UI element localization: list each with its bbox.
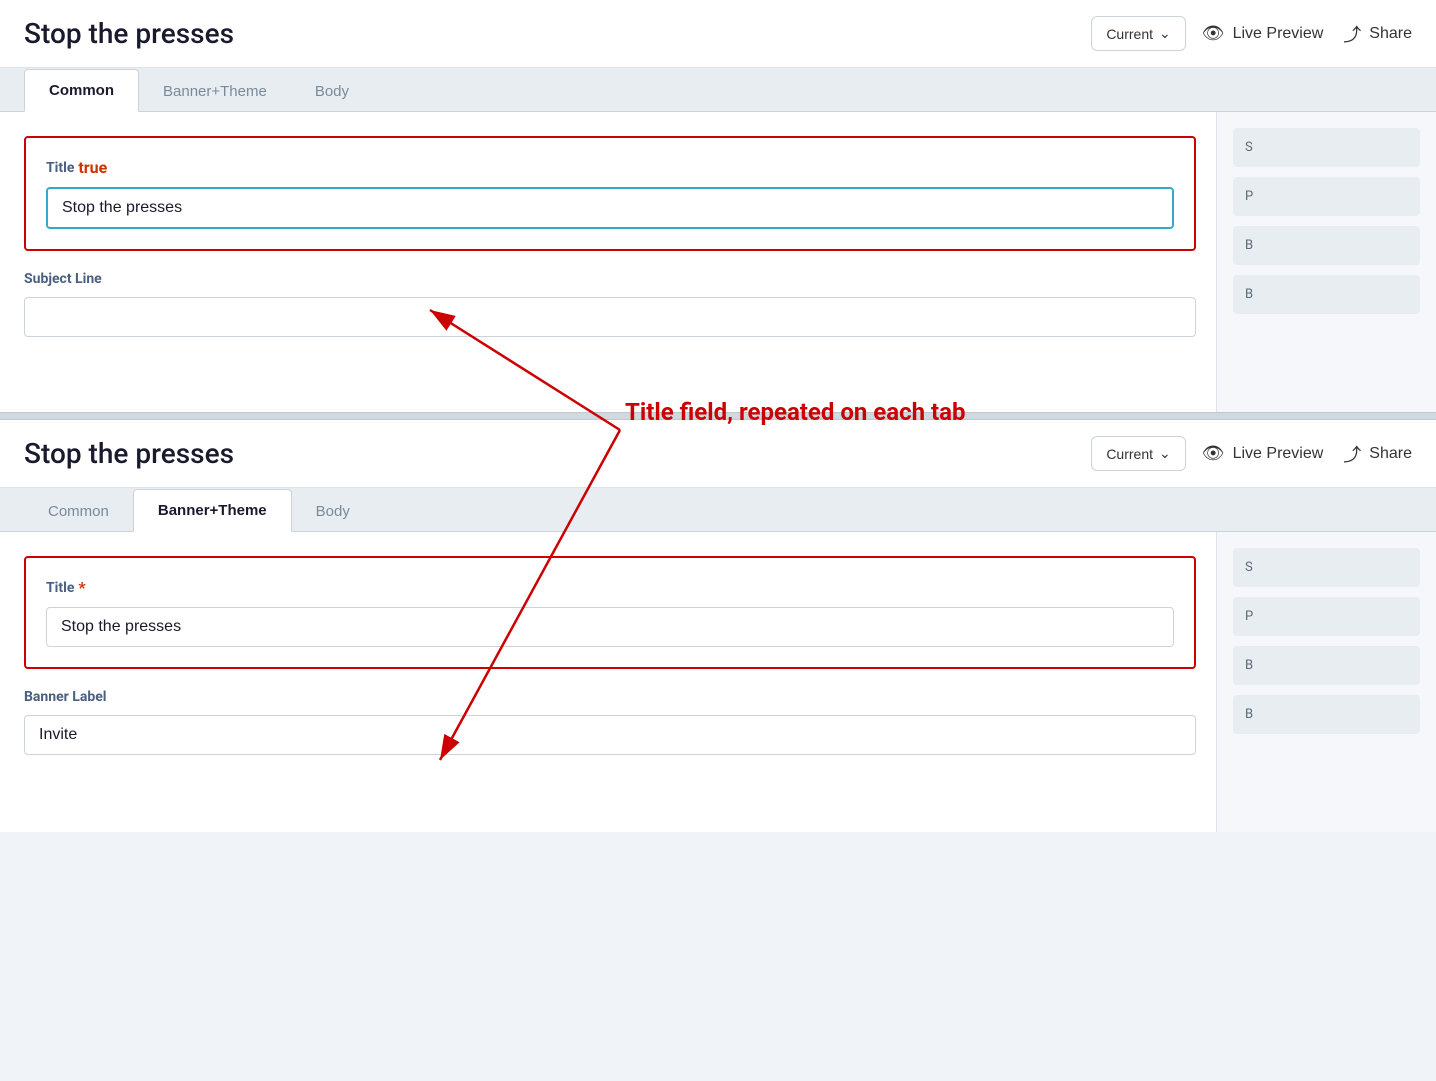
bottom-panel: Stop the presses Current ⌄ 👁 Live Previe… bbox=[0, 420, 1436, 832]
bottom-share-label: Share bbox=[1369, 445, 1412, 463]
live-preview-label: Live Preview bbox=[1233, 25, 1324, 43]
bottom-dropdown-label: Current bbox=[1106, 446, 1153, 462]
tab-body-top[interactable]: Body bbox=[291, 71, 373, 112]
title-label-bottom: Title * bbox=[46, 578, 1174, 597]
panel-separator bbox=[0, 412, 1436, 420]
top-right-sidebar: S P B B bbox=[1216, 112, 1436, 412]
tab-banner-theme-bottom[interactable]: Banner+Theme bbox=[133, 489, 292, 532]
bottom-chevron-down-icon: ⌄ bbox=[1159, 445, 1171, 462]
bottom-panel-header: Stop the presses Current ⌄ 👁 Live Previe… bbox=[0, 420, 1436, 488]
dropdown-label: Current bbox=[1106, 26, 1153, 42]
share-label: Share bbox=[1369, 25, 1412, 43]
bottom-right-sidebar: S P B B bbox=[1216, 532, 1436, 832]
eye-icon: 👁 bbox=[1202, 23, 1225, 44]
share-icon: ⤴ bbox=[1343, 21, 1361, 47]
share-button[interactable]: ⤴ Share bbox=[1343, 21, 1412, 47]
live-preview-button[interactable]: 👁 Live Preview bbox=[1202, 23, 1324, 44]
tab-body-bottom[interactable]: Body bbox=[292, 491, 374, 532]
bottom-version-dropdown[interactable]: Current ⌄ bbox=[1091, 436, 1185, 471]
top-panel-header: Stop the presses Current ⌄ 👁 Live Previe… bbox=[0, 0, 1436, 68]
bottom-page-title: Stop the presses bbox=[24, 437, 1075, 470]
bottom-header-actions: 👁 Live Preview ⤴ Share bbox=[1202, 441, 1412, 467]
tab-common-bottom[interactable]: Common bbox=[24, 491, 133, 532]
subject-line-section: Subject Line bbox=[24, 271, 1196, 337]
banner-label-input[interactable] bbox=[24, 715, 1196, 755]
bottom-sidebar-item-2: P bbox=[1233, 597, 1420, 636]
bottom-live-preview-label: Live Preview bbox=[1233, 445, 1324, 463]
bottom-sidebar-item-1: S bbox=[1233, 548, 1420, 587]
top-panel: Stop the presses Current ⌄ 👁 Live Previe… bbox=[0, 0, 1436, 412]
banner-label-section: Banner Label bbox=[24, 689, 1196, 755]
top-panel-content: Title true Subject Line S P B B bbox=[0, 112, 1436, 412]
required-star-top: true bbox=[78, 158, 107, 177]
subject-line-label: Subject Line bbox=[24, 271, 1196, 287]
title-field-box-bottom: Title * bbox=[24, 556, 1196, 669]
sidebar-item-1: S bbox=[1233, 128, 1420, 167]
bottom-eye-icon: 👁 bbox=[1202, 443, 1225, 464]
top-tabs-bar: Common Banner+Theme Body bbox=[0, 68, 1436, 112]
bottom-panel-content: Title * Banner Label S P B B bbox=[0, 532, 1436, 832]
title-label-top: Title true bbox=[46, 158, 1174, 177]
header-actions: 👁 Live Preview ⤴ Share bbox=[1202, 21, 1412, 47]
bottom-tabs-bar: Common Banner+Theme Body bbox=[0, 488, 1436, 532]
bottom-share-icon: ⤴ bbox=[1343, 441, 1361, 467]
banner-label-label: Banner Label bbox=[24, 689, 1196, 705]
bottom-live-preview-button[interactable]: 👁 Live Preview bbox=[1202, 443, 1324, 464]
title-input-top[interactable] bbox=[46, 187, 1174, 229]
sidebar-item-2: P bbox=[1233, 177, 1420, 216]
required-star-bottom: * bbox=[78, 578, 85, 597]
chevron-down-icon: ⌄ bbox=[1159, 25, 1171, 42]
bottom-sidebar-item-4: B bbox=[1233, 695, 1420, 734]
bottom-share-button[interactable]: ⤴ Share bbox=[1343, 441, 1412, 467]
title-input-bottom[interactable] bbox=[46, 607, 1174, 647]
bottom-sidebar-item-3: B bbox=[1233, 646, 1420, 685]
page-wrapper: Stop the presses Current ⌄ 👁 Live Previe… bbox=[0, 0, 1436, 832]
tab-banner-theme-top[interactable]: Banner+Theme bbox=[139, 71, 291, 112]
title-field-box-top: Title true bbox=[24, 136, 1196, 251]
subject-line-input[interactable] bbox=[24, 297, 1196, 337]
sidebar-item-4: B bbox=[1233, 275, 1420, 314]
version-dropdown[interactable]: Current ⌄ bbox=[1091, 16, 1185, 51]
tab-common-top[interactable]: Common bbox=[24, 69, 139, 112]
sidebar-item-3: B bbox=[1233, 226, 1420, 265]
page-title: Stop the presses bbox=[24, 17, 1075, 50]
